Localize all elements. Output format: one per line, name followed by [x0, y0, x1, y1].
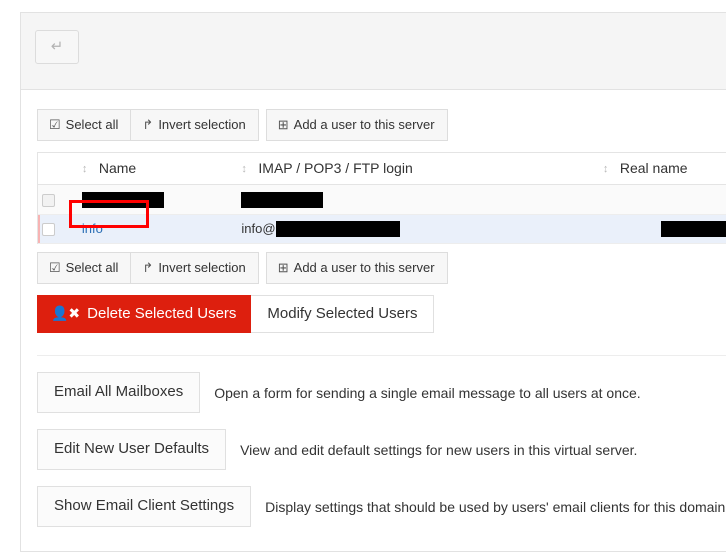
plus-box-icon: ⊞: [277, 260, 289, 276]
user-delete-icon: 👤✖: [51, 305, 81, 322]
sort-icon-name[interactable]: ↕: [82, 164, 93, 175]
checkbox-icon: ☑: [49, 117, 61, 132]
email-all-mailboxes-button[interactable]: Email All Mailboxes: [37, 372, 201, 414]
table-row: 51: [38, 184, 726, 215]
sort-icon-login[interactable]: ↕: [241, 164, 252, 175]
table-toolbar-top: ☑ Select all ↱ Invert selection ⊞ Add a use…: [37, 109, 726, 141]
modify-selected-users-button[interactable]: Modify Selected Users: [251, 295, 435, 334]
row-checkbox-cell: [38, 184, 78, 215]
select-all-label-top: Select all: [65, 117, 119, 132]
table-row: info info@ 50: [38, 214, 726, 245]
delete-selected-users-label: Delete Selected Users: [87, 305, 237, 323]
users-page-panel: ↵ M 2 users in domain ☑Select all: [20, 12, 726, 552]
add-user-button-bottom[interactable]: ⊞ Add a user to this server: [265, 252, 448, 285]
selected-users-actions: 👤✖ Delete Selected Users Modify Selected …: [37, 295, 726, 334]
back-button[interactable]: ↵: [35, 30, 79, 64]
select-all-button-bottom[interactable]: ☑ Select all: [37, 252, 132, 285]
invert-selection-label-top: Invert selection: [158, 117, 246, 132]
section-divider: [37, 355, 726, 357]
redacted-name: [81, 191, 164, 208]
header-real-name-label: Real name: [619, 160, 688, 176]
show-email-client-settings-description: Display settings that should be used by …: [265, 498, 726, 515]
row-login-cell: [237, 184, 599, 215]
row-checkbox[interactable]: [42, 193, 55, 207]
users-table-container: ↕ Name ↕ IMAP / POP3 / FTP login ↕ Real nam…: [37, 152, 726, 245]
header-name[interactable]: ↕ Name: [77, 153, 238, 185]
redacted-real-name: [660, 221, 726, 238]
select-all-button-top[interactable]: ☑ Select all: [37, 109, 132, 141]
redacted-login: [241, 191, 324, 208]
header-name-label: Name: [98, 160, 137, 176]
redacted-login-domain: [275, 221, 400, 238]
add-user-label-bottom: Add a user to this server: [293, 260, 435, 276]
row-name-cell: [77, 184, 238, 215]
invert-arrow-icon: ↱: [142, 260, 154, 276]
edit-new-user-defaults-description: View and edit default settings for new u…: [240, 441, 638, 458]
header-checkbox-col: [38, 153, 78, 185]
page-body: ☑ Select all ↱ Invert selection ⊞ Add a use…: [21, 109, 726, 528]
add-user-label-top: Add a user to this server: [293, 117, 435, 132]
toolbar-gap: [259, 252, 266, 284]
table-toolbar-bottom: ☑ Select all ↱ Invert selection ⊞ Add a use…: [37, 252, 726, 285]
edit-new-user-defaults-row: Edit New User Defaults View and edit def…: [37, 429, 726, 471]
row-checkbox[interactable]: [42, 223, 55, 237]
table-header-row: ↕ Name ↕ IMAP / POP3 / FTP login ↕ Real nam…: [38, 153, 726, 185]
users-table-head: ↕ Name ↕ IMAP / POP3 / FTP login ↕ Real nam…: [38, 153, 726, 185]
users-table: ↕ Name ↕ IMAP / POP3 / FTP login ↕ Real nam…: [38, 153, 726, 245]
email-all-mailboxes-row: Email All Mailboxes Open a form for send…: [37, 372, 726, 414]
user-name-link[interactable]: info: [82, 221, 103, 236]
invert-selection-button-top[interactable]: ↱ Invert selection: [131, 109, 259, 141]
invert-selection-button-bottom[interactable]: ↱ Invert selection: [131, 252, 259, 285]
users-table-body: 51 info info@: [38, 184, 726, 245]
page-header: ↵ M 2 users in domain: [21, 13, 726, 90]
modify-selected-users-label: Modify Selected Users: [267, 305, 418, 323]
delete-selected-users-button[interactable]: 👤✖ Delete Selected Users: [37, 295, 252, 334]
row-checkbox-cell: [38, 214, 78, 245]
header-login-label: IMAP / POP3 / FTP login: [258, 160, 413, 176]
checkbox-icon: ☑: [49, 260, 61, 276]
add-user-button-top[interactable]: ⊞ Add a user to this server: [265, 109, 448, 141]
header-login[interactable]: ↕ IMAP / POP3 / FTP login: [237, 153, 599, 185]
login-prefix: info@: [241, 220, 276, 236]
row-login-cell: info@: [237, 214, 599, 245]
email-all-mailboxes-description: Open a form for sending a single email m…: [214, 384, 641, 401]
row-real-name-cell: [598, 214, 726, 245]
row-real-name-cell: [598, 184, 726, 215]
plus-box-icon: ⊞: [277, 117, 289, 132]
header-real-name[interactable]: ↕ Real name: [598, 153, 726, 185]
edit-new-user-defaults-button[interactable]: Edit New User Defaults: [37, 429, 227, 471]
row-name-cell: info: [77, 214, 238, 245]
invert-selection-label-bottom: Invert selection: [158, 260, 246, 276]
toolbar-gap: [259, 109, 266, 141]
sort-icon-real-name[interactable]: ↕: [603, 164, 614, 175]
invert-arrow-icon: ↱: [142, 117, 154, 132]
select-all-label-bottom: Select all: [65, 260, 119, 276]
